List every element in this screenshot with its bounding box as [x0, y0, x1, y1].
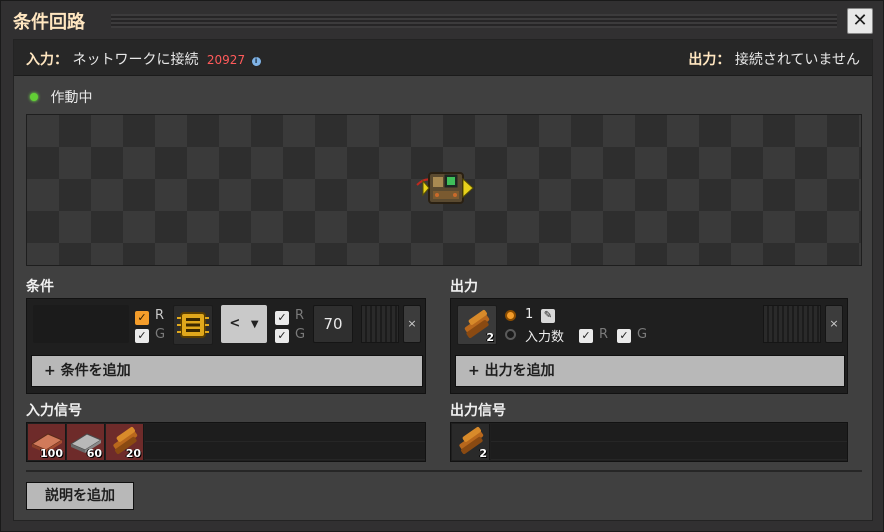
- constant-input[interactable]: 70: [313, 305, 353, 343]
- right-green-label: G: [295, 327, 306, 342]
- divider: [26, 470, 862, 472]
- output-signals-panel: 2: [450, 422, 848, 462]
- output-label: 出力：: [688, 52, 731, 68]
- output-green-label: G: [637, 327, 648, 342]
- right-red-label: R: [295, 308, 305, 323]
- input-signals-panel: 100 60 20: [26, 422, 426, 462]
- first-signal-slot[interactable]: [33, 305, 129, 343]
- input-signal-iron[interactable]: 60: [67, 424, 105, 460]
- close-button[interactable]: ✕: [847, 8, 873, 34]
- output-red-label: R: [599, 327, 609, 342]
- connection-status-bar: 入力： ネットワークに接続 20927 i 出力： 接続されていません: [14, 40, 872, 76]
- titlebar[interactable]: 条件回路 ✕: [1, 1, 884, 39]
- add-output-button[interactable]: + 出力を追加: [455, 355, 845, 387]
- output-signals-title: 出力信号: [450, 403, 506, 419]
- right-green-wire-checkbox[interactable]: ✓: [275, 329, 289, 343]
- output-signal-count: 2: [486, 331, 494, 344]
- left-green-label: G: [155, 327, 166, 342]
- output-red-wire-checkbox[interactable]: ✓: [579, 329, 593, 343]
- chevron-down-icon: ▼: [250, 319, 259, 330]
- input-signal-copper[interactable]: 100: [28, 424, 66, 460]
- each-signal-icon: [177, 312, 209, 338]
- output-one-label: 1: [525, 307, 534, 322]
- input-status: 入力： ネットワークに接続 20927 i: [26, 49, 261, 69]
- pencil-icon[interactable]: ✎: [541, 309, 555, 323]
- right-red-wire-checkbox[interactable]: ✓: [275, 311, 289, 325]
- network-id: 20927: [206, 53, 246, 67]
- output-signals-empty-area: [491, 424, 847, 460]
- conditions-title: 条件: [26, 279, 54, 295]
- input-signal-copper-count: 100: [40, 447, 63, 460]
- add-condition-button[interactable]: + 条件を追加: [31, 355, 423, 387]
- input-signal-iron-count: 60: [86, 447, 102, 460]
- outputs-panel: 2 1 ✎ 入力数 ✓ R ✓ G × + 出力を追加: [450, 298, 848, 394]
- left-red-wire-checkbox[interactable]: ✓: [135, 311, 149, 325]
- input-signal-wood-count: 20: [125, 447, 141, 460]
- output-signal-wood-count: 2: [479, 447, 487, 460]
- drag-handle[interactable]: [111, 14, 837, 28]
- comparator-value: <: [229, 316, 241, 331]
- working-status: 作動中: [30, 87, 92, 107]
- second-signal-slot[interactable]: [361, 305, 399, 343]
- working-status-text: 作動中: [50, 90, 93, 106]
- output-input-count-label: 入力数: [525, 330, 565, 345]
- input-signals-title: 入力信号: [26, 403, 82, 419]
- conditions-panel: ✓ R ✓ G < ▼ ✓ R ✓ G 70 × + 条件を追加: [26, 298, 426, 394]
- comparator-dropdown[interactable]: < ▼: [221, 305, 267, 343]
- output-signal-slot[interactable]: 2: [457, 305, 497, 345]
- output-green-wire-checkbox[interactable]: ✓: [617, 329, 631, 343]
- add-description-button[interactable]: 説明を追加: [26, 482, 134, 510]
- decider-combinator-window: 条件回路 ✕ 入力： ネットワークに接続 20927 i 出力： 接続されていま…: [0, 0, 884, 532]
- output-one-radio[interactable]: [505, 310, 516, 321]
- input-signals-empty-area: [145, 424, 425, 460]
- input-label: 入力：: [26, 52, 68, 68]
- output-signal-wood[interactable]: 2: [452, 424, 490, 460]
- entity-preview[interactable]: [26, 114, 862, 266]
- output-status: 出力： 接続されていません: [688, 49, 860, 69]
- output-value: 接続されていません: [734, 52, 860, 68]
- left-red-label: R: [155, 308, 165, 323]
- status-light-icon: [30, 93, 38, 101]
- remove-condition-button[interactable]: ×: [403, 305, 421, 343]
- window-title: 条件回路: [13, 12, 85, 33]
- outputs-title: 出力: [450, 279, 478, 295]
- input-signal-wood[interactable]: 20: [106, 424, 144, 460]
- output-constant-slot[interactable]: [763, 305, 821, 343]
- left-green-wire-checkbox[interactable]: ✓: [135, 329, 149, 343]
- decider-combinator-icon: [416, 172, 474, 204]
- remove-output-button[interactable]: ×: [825, 305, 843, 343]
- info-icon[interactable]: i: [251, 57, 261, 66]
- input-value: ネットワークに接続: [72, 52, 199, 68]
- each-signal-slot[interactable]: [173, 305, 213, 345]
- output-input-count-radio[interactable]: [505, 329, 516, 340]
- content-frame: 入力： ネットワークに接続 20927 i 出力： 接続されていません 作動中: [13, 39, 873, 521]
